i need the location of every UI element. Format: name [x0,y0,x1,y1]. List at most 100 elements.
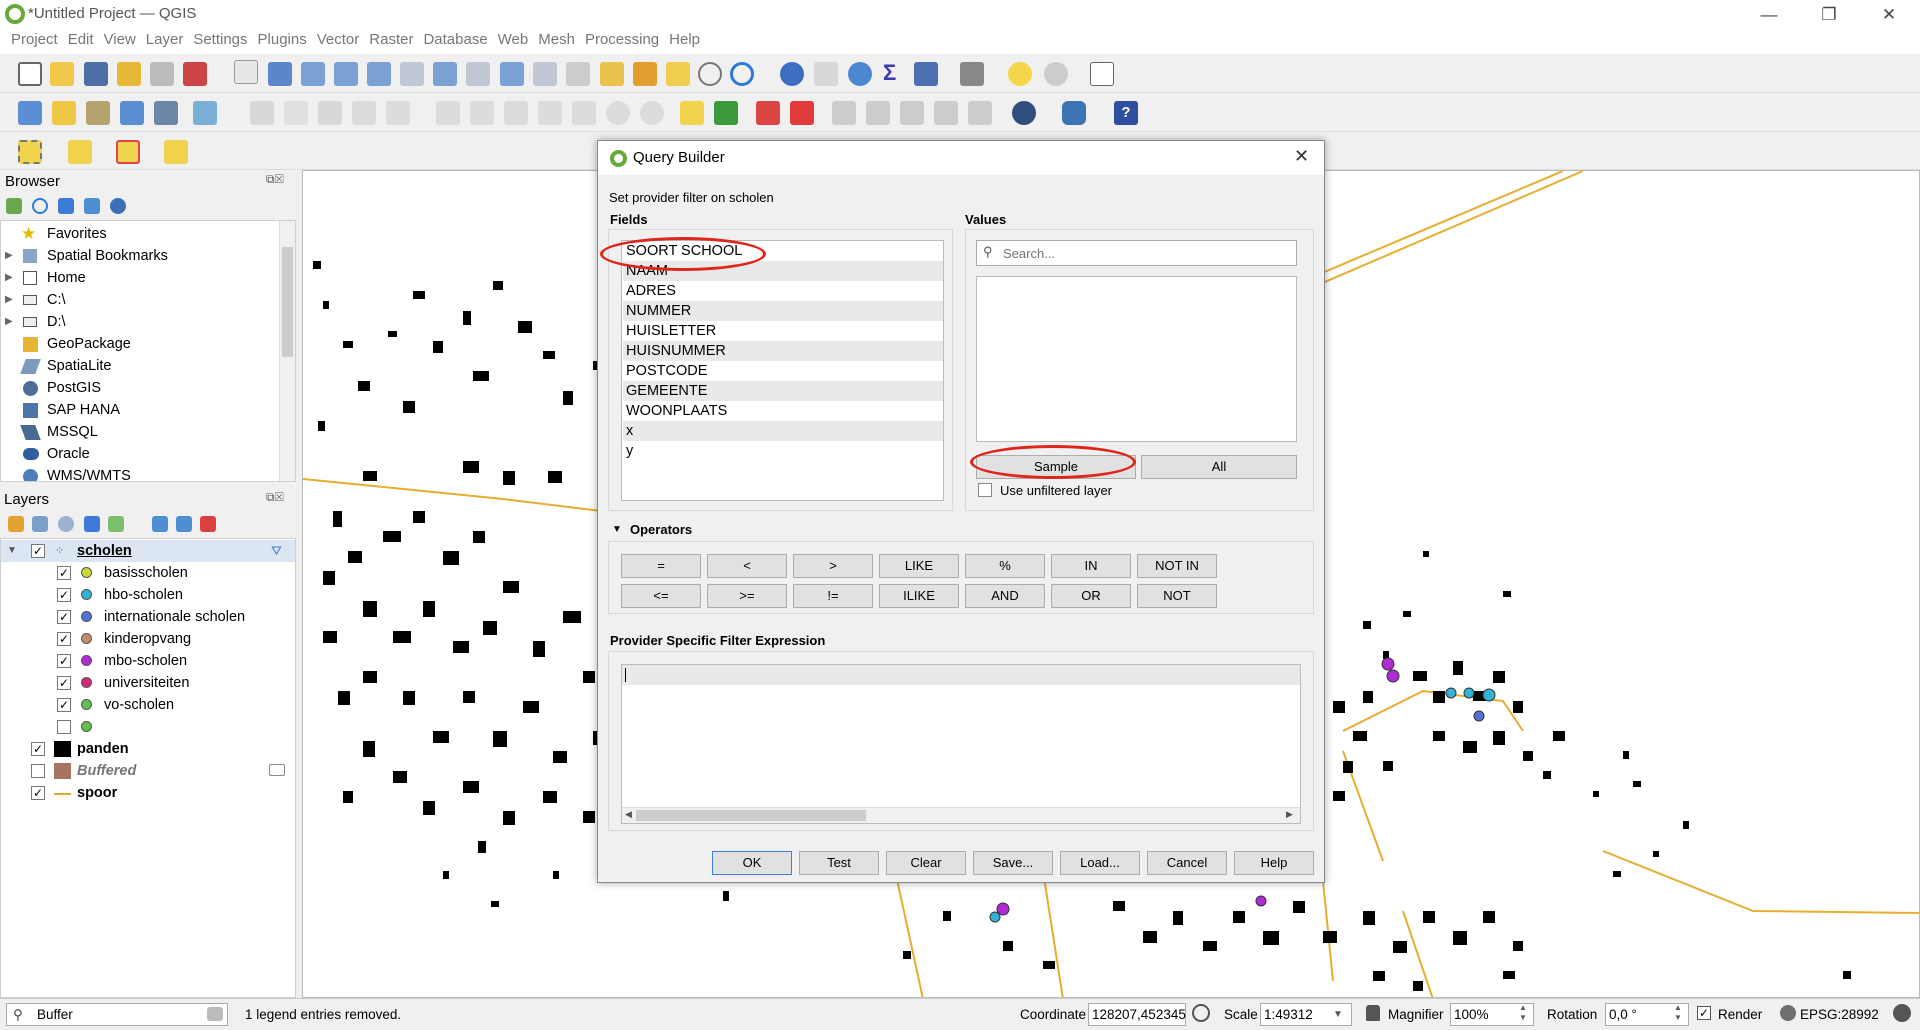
new-bookmark-icon[interactable] [633,62,657,86]
scroll-right-icon[interactable]: ▶ [1286,809,1293,820]
pan-icon[interactable] [234,60,258,84]
add-selected-layers-icon[interactable] [6,198,22,214]
memory-layer-icon[interactable] [269,764,285,776]
scrollbar-thumb[interactable] [636,810,866,821]
temporal-controller-icon[interactable] [698,62,722,86]
field-item[interactable]: HUISLETTER [623,321,943,341]
manage-map-themes-icon[interactable] [58,516,74,532]
op-gte-button[interactable]: >= [707,584,787,608]
menu-mesh[interactable]: Mesh [533,29,580,48]
expand-arrow-icon[interactable]: ▶ [5,267,13,289]
field-item[interactable]: POSTCODE [623,361,943,381]
use-unfiltered-checkbox[interactable] [978,483,992,497]
magnifier-field[interactable]: 100% ▲ ▼ [1450,1003,1534,1026]
pan-to-selection-icon[interactable] [268,62,292,86]
open-layer-styling-icon[interactable] [914,62,938,86]
menu-plugins[interactable]: Plugins [253,29,312,48]
layer-scholen[interactable]: ▼ ✓ ⁘ scholen ⛛ [1,540,295,562]
class-checkbox[interactable]: ✓ [57,632,71,646]
op-greater-button[interactable]: > [793,554,873,578]
python-console-icon[interactable] [1062,101,1086,125]
chevron-down-icon[interactable]: ▼ [1333,1004,1343,1025]
values-search-input[interactable] [1003,243,1293,263]
add-raster-layer-icon[interactable] [120,101,144,125]
crs-icon[interactable] [1780,1005,1796,1021]
clear-search-icon[interactable] [207,1007,223,1021]
zoom-out-icon[interactable] [334,62,358,86]
new-3d-view-icon[interactable] [600,62,624,86]
undo-icon[interactable] [606,101,630,125]
field-item[interactable]: HUISNUMMER [623,341,943,361]
spin-arrows-icon[interactable]: ▲ ▼ [1674,1003,1682,1023]
menu-vector[interactable]: Vector [312,29,365,48]
rotate-label-icon[interactable] [866,101,890,125]
deselect-features-icon[interactable] [116,140,140,164]
help-button[interactable]: Help [1234,851,1314,875]
test-button[interactable]: Test [799,851,879,875]
scroll-left-icon[interactable]: ◀ [625,809,632,820]
class-checkbox[interactable]: ✓ [57,676,71,690]
style-icon[interactable] [8,516,24,532]
zoom-next-icon[interactable] [533,62,557,86]
text-annotation-icon[interactable] [1090,62,1114,86]
new-geopackage-icon[interactable] [52,101,76,125]
op-equals-button[interactable]: = [621,554,701,578]
locator-search[interactable]: ⚲ Buffer [6,1003,228,1026]
expand-arrow-icon[interactable]: ▶ [5,245,13,267]
menu-edit[interactable]: Edit [63,29,99,48]
scale-field[interactable]: 1:49312 ▼ [1260,1003,1352,1026]
modify-attributes-icon[interactable] [436,101,460,125]
menu-settings[interactable]: Settings [188,29,252,48]
new-project-icon[interactable] [18,62,42,86]
op-less-button[interactable]: < [707,554,787,578]
class-checkbox[interactable]: ✓ [57,588,71,602]
op-percent-button[interactable]: % [965,554,1045,578]
vertex-tool-icon[interactable] [386,101,410,125]
zoom-native-icon[interactable] [466,62,490,86]
data-source-manager-icon[interactable] [18,101,42,125]
add-group-icon[interactable] [32,516,48,532]
toggle-editing-icon[interactable] [250,101,274,125]
measure-icon[interactable] [960,62,984,86]
close-window-button[interactable]: ✕ [1860,0,1918,29]
browser-scrollbar[interactable] [279,221,295,481]
lock-scale-icon[interactable] [1366,1005,1380,1021]
move-label-icon[interactable] [832,101,856,125]
field-calculator-icon[interactable] [848,62,872,86]
op-not-equal-button[interactable]: != [793,584,873,608]
expand-all-icon[interactable] [152,516,168,532]
collapse-arrow-icon[interactable]: ▼ [7,540,17,562]
op-ilike-button[interactable]: ILIKE [879,584,959,608]
zoom-selection-icon[interactable] [400,62,424,86]
epsg-label[interactable]: EPSG:28992 [1800,1007,1879,1022]
op-like-button[interactable]: LIKE [879,554,959,578]
select-location-icon[interactable] [164,140,188,164]
paste-features-icon[interactable] [572,101,596,125]
field-item[interactable]: y [623,441,943,461]
op-in-button[interactable]: IN [1051,554,1131,578]
change-label-icon[interactable] [900,101,924,125]
show-bookmarks-icon[interactable] [666,62,690,86]
cut-features-icon[interactable] [504,101,528,125]
op-and-button[interactable]: AND [965,584,1045,608]
field-item[interactable]: ADRES [623,281,943,301]
plugin-globe-icon[interactable] [1012,101,1036,125]
diagram-icon[interactable] [968,101,992,125]
menu-processing[interactable]: Processing [580,29,664,48]
op-not-in-button[interactable]: NOT IN [1137,554,1217,578]
new-map-view-icon[interactable] [566,62,590,86]
menu-web[interactable]: Web [493,29,534,48]
add-feature-icon[interactable] [352,101,376,125]
map-tips-icon[interactable] [1008,62,1032,86]
filter-browser-icon[interactable] [58,198,74,214]
select-by-value-icon[interactable] [68,140,92,164]
class-checkbox[interactable]: ✓ [57,566,71,580]
layer-visibility-checkbox[interactable]: ✓ [31,786,45,800]
remove-layer-icon[interactable] [200,516,216,532]
statistics-icon[interactable]: Σ [883,60,896,86]
expand-arrow-icon[interactable]: ▶ [5,311,13,333]
info-icon[interactable] [110,198,126,214]
load-button[interactable]: Load... [1060,851,1140,875]
refresh-icon[interactable] [730,62,754,86]
field-item[interactable]: GEMEENTE [623,381,943,401]
